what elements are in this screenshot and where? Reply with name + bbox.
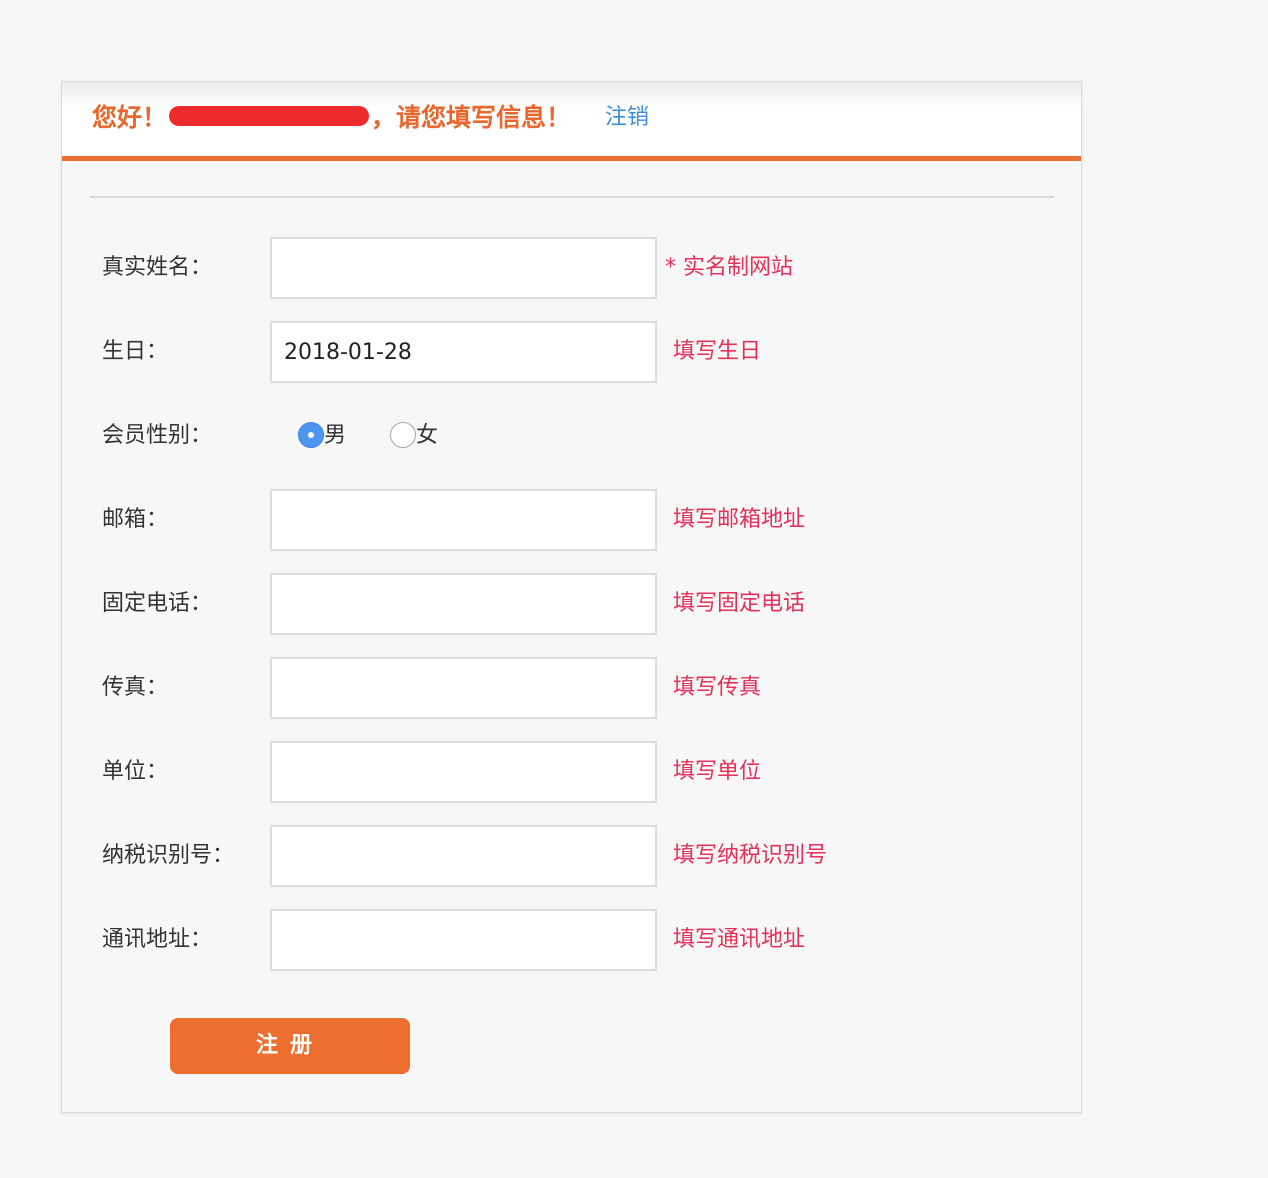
logout-link[interactable]: 注销 — [605, 100, 649, 136]
address-input[interactable] — [270, 909, 657, 971]
email-input[interactable] — [270, 489, 657, 551]
gender-female-label[interactable]: 女 — [416, 405, 438, 467]
tax-id-input[interactable] — [270, 825, 657, 887]
form-row-address: 通讯地址： 填写通讯地址 — [62, 909, 1081, 971]
fax-label: 传真： — [102, 675, 169, 700]
birthday-label: 生日： — [102, 339, 169, 364]
gender-female-radio[interactable] — [390, 422, 416, 448]
gender-male-label[interactable]: 男 — [324, 405, 346, 467]
phone-input[interactable] — [270, 573, 657, 635]
tax-id-label: 纳税识别号： — [102, 843, 235, 868]
birthday-input[interactable] — [270, 321, 657, 383]
company-input[interactable] — [270, 741, 657, 803]
gender-male-radio[interactable] — [298, 422, 324, 448]
gender-label: 会员性别： — [102, 423, 213, 448]
fax-hint: 填写传真 — [673, 675, 762, 700]
divider — [90, 196, 1054, 198]
birthday-hint: 填写生日 — [673, 339, 762, 364]
company-hint: 填写单位 — [673, 759, 762, 784]
form-row-tax-id: 纳税识别号： 填写纳税识别号 — [62, 825, 1081, 887]
form-row-phone: 固定电话： 填写固定电话 — [62, 573, 1081, 635]
tax-id-hint: 填写纳税识别号 — [673, 843, 828, 868]
address-hint: 填写通讯地址 — [673, 927, 806, 952]
register-button[interactable]: 注册 — [170, 1018, 410, 1074]
greeting-prefix: 您好！ — [92, 103, 168, 132]
company-label: 单位： — [102, 759, 169, 784]
form-row-real-name: 真实姓名： * 实名制网站 — [62, 237, 1081, 299]
real-name-hint: * 实名制网站 — [665, 255, 793, 280]
registration-panel: 您好！ ，请您填写信息！ 注销 真实姓名： * 实名制网站 生日： 填写生日 会员… — [61, 81, 1082, 1113]
form-row-email: 邮箱： 填写邮箱地址 — [62, 489, 1081, 551]
form-row-company: 单位： 填写单位 — [62, 741, 1081, 803]
email-hint: 填写邮箱地址 — [673, 507, 806, 532]
email-label: 邮箱： — [102, 507, 169, 532]
form-row-fax: 传真： 填写传真 — [62, 657, 1081, 719]
greeting: 您好！ ，请您填写信息！ — [92, 100, 571, 136]
redacted-username — [169, 106, 370, 126]
fax-input[interactable] — [270, 657, 657, 719]
greeting-suffix: ，请您填写信息！ — [371, 103, 572, 132]
panel-header: 您好！ ，请您填写信息！ 注销 — [62, 82, 1081, 161]
phone-hint: 填写固定电话 — [673, 591, 806, 616]
address-label: 通讯地址： — [102, 927, 213, 952]
real-name-input[interactable] — [270, 237, 657, 299]
phone-label: 固定电话： — [102, 591, 213, 616]
form-row-birthday: 生日： 填写生日 — [62, 321, 1081, 383]
form-row-gender: 会员性别： 男 女 — [62, 405, 1081, 467]
real-name-label: 真实姓名： — [102, 255, 213, 280]
